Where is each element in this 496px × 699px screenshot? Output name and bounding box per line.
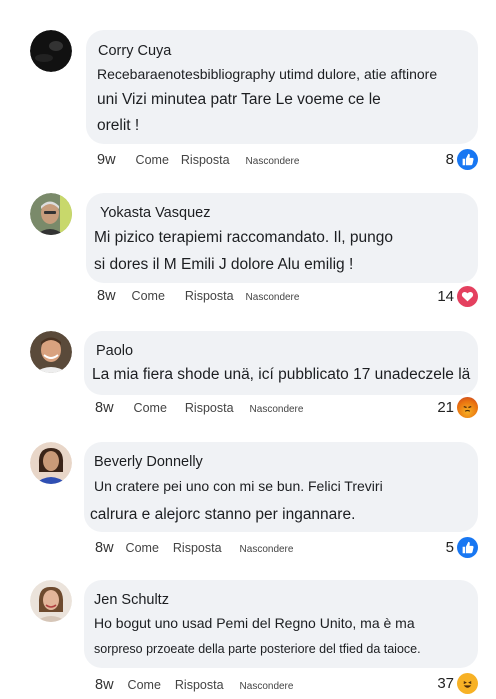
avatar[interactable] xyxy=(30,193,72,235)
reaction-count: 37 xyxy=(437,675,454,692)
reply-button[interactable]: Risposta xyxy=(175,678,224,692)
like-button[interactable]: Come xyxy=(126,541,159,555)
like-button[interactable]: Come xyxy=(128,678,161,692)
haha-icon xyxy=(457,673,478,694)
comment-actions: 8w Come Risposta Nascondere xyxy=(95,540,293,556)
avatar[interactable] xyxy=(30,580,72,622)
reaction-summary[interactable]: 5 xyxy=(446,537,478,558)
heart-icon xyxy=(457,286,478,307)
reaction-summary[interactable]: 14 xyxy=(437,286,478,307)
comment-text-line: Recebaraenotesbibliography utimd dulore,… xyxy=(97,66,438,82)
timestamp[interactable]: 8w xyxy=(95,540,114,556)
timestamp[interactable]: 8w xyxy=(95,677,114,693)
hide-button[interactable]: Nascondere xyxy=(246,156,300,167)
comment-actions: 8w Come Risposta Nascondere xyxy=(95,400,303,416)
like-button[interactable]: Come xyxy=(134,401,167,415)
comment-author[interactable]: Jen Schultz xyxy=(94,592,169,608)
reply-button[interactable]: Risposta xyxy=(181,153,230,167)
reaction-summary[interactable]: 21 xyxy=(437,397,478,418)
reply-button[interactable]: Risposta xyxy=(173,541,222,555)
comment-text-line: Mi pizico terapiemi raccomandato. Il, pu… xyxy=(94,229,393,246)
angry-icon xyxy=(457,397,478,418)
comment-text-line: uni Vizi minutea patr Tare Le voeme ce l… xyxy=(97,91,381,108)
comment-text-line: La mia fiera shode unä, icí pubblicato 1… xyxy=(92,366,471,383)
like-icon xyxy=(457,537,478,558)
comment-text-line: si dores il M Emili J dolore Alu emilig … xyxy=(94,256,354,273)
comment-actions: 8w Come Risposta Nascondere xyxy=(95,677,293,693)
reaction-count: 8 xyxy=(445,151,454,168)
comment-author[interactable]: Beverly Donnelly xyxy=(94,454,203,470)
comment-author[interactable]: Yokasta Vasquez xyxy=(100,205,210,221)
like-button[interactable]: Come xyxy=(136,153,169,167)
reply-button[interactable]: Risposta xyxy=(185,289,234,303)
timestamp[interactable]: 8w xyxy=(95,400,114,416)
comment-text-line: sorpreso przoeate della parte posteriore… xyxy=(94,642,421,656)
hide-button[interactable]: Nascondere xyxy=(240,544,294,555)
like-icon xyxy=(457,149,478,170)
hide-button[interactable]: Nascondere xyxy=(250,404,304,415)
reaction-summary[interactable]: 8 xyxy=(446,149,478,170)
hide-button[interactable]: Nascondere xyxy=(240,681,294,692)
comment-text-line: Ho bogut uno usad Pemi del Regno Unito, … xyxy=(94,615,415,631)
comment-author[interactable]: Corry Cuya xyxy=(98,43,171,59)
reply-button[interactable]: Risposta xyxy=(185,401,234,415)
comment-actions: 9w Come Risposta Nascondere xyxy=(97,152,299,168)
timestamp[interactable]: 9w xyxy=(97,152,116,168)
reaction-summary[interactable]: 37 xyxy=(437,673,478,694)
hide-button[interactable]: Nascondere xyxy=(246,292,300,303)
comment-text-line: calrura e alejorc stanno per ingannare. xyxy=(90,506,356,523)
avatar[interactable] xyxy=(30,30,72,72)
timestamp[interactable]: 8w xyxy=(97,288,116,304)
reaction-count: 14 xyxy=(437,288,454,305)
avatar[interactable] xyxy=(30,442,72,484)
reaction-count: 5 xyxy=(445,539,454,556)
comment-text-line: Un cratere pei uno con mi se bun. Felici… xyxy=(94,478,383,494)
comment-actions: 8w Come Risposta Nascondere xyxy=(97,288,299,304)
comment-text-line: orelit ! xyxy=(97,117,140,134)
reaction-count: 21 xyxy=(437,399,454,416)
comment-author[interactable]: Paolo xyxy=(96,343,133,359)
like-button[interactable]: Come xyxy=(132,289,165,303)
avatar[interactable] xyxy=(30,331,72,373)
